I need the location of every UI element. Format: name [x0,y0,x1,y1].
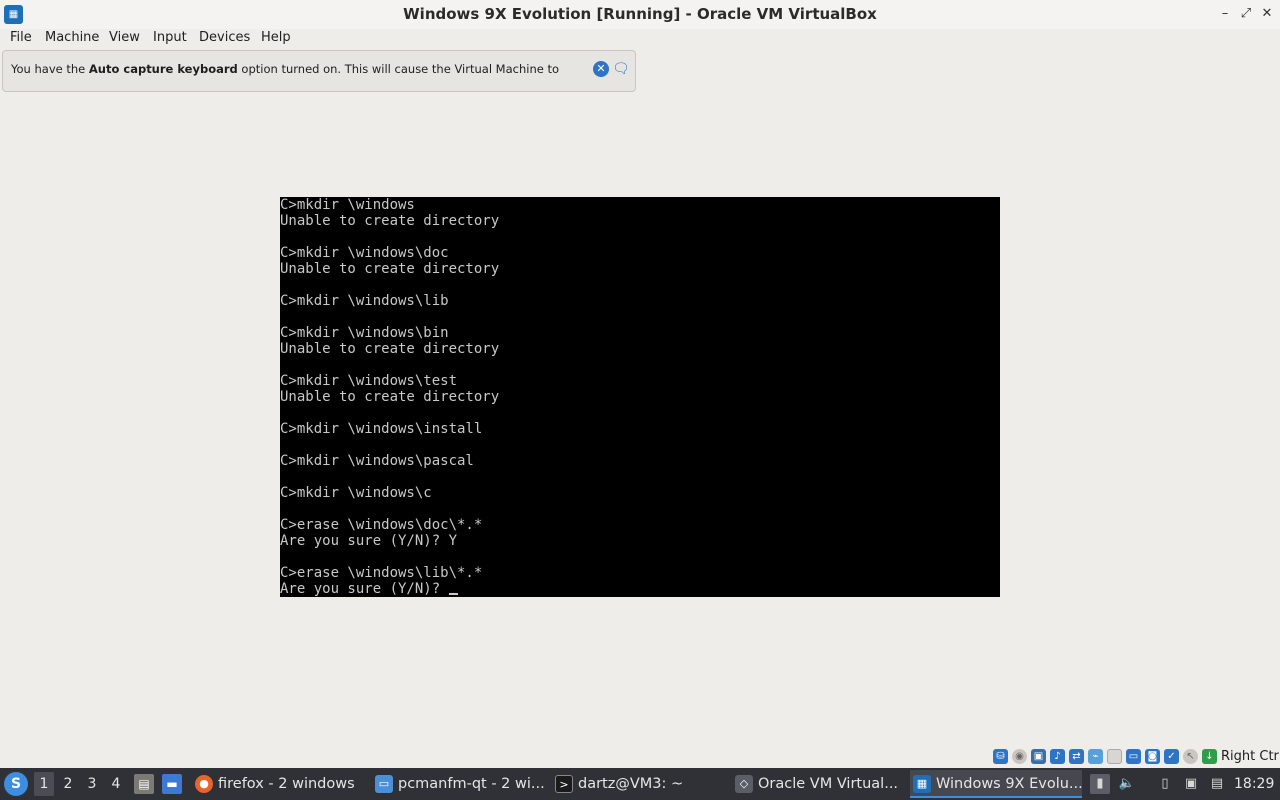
do-not-show-again-icon[interactable]: 🗨 [612,61,630,77]
auto-capture-notification: You have the Auto capture keyboard optio… [2,50,636,92]
console-line: C>mkdir \windows\lib [280,293,449,309]
task-pcmanfm[interactable]: ▭ pcmanfm-qt - 2 wi... [372,770,544,798]
close-notification-icon[interactable]: ✕ [593,61,609,77]
vm-status-bar: ⛁ ◉ ▣ ♪ ⇄ ⌁ ▭ ◙ ✓ ↖ ↓ Right Ctrl [990,748,1280,766]
volume-icon[interactable]: 🔈 [1117,774,1137,794]
console-line: C>erase \windows\lib\*.* [280,565,483,581]
task-label: pcmanfm-qt - 2 wi... [398,776,544,792]
desktop-1-button[interactable]: 1 [34,772,54,796]
console-line: C>mkdir \windows\c [280,485,432,501]
floppy-icon[interactable]: ▣ [1031,749,1046,764]
terminal-icon: > [555,775,573,793]
console-line: Are you sure (Y/N)? Y [280,533,458,549]
virtualbox-icon: ▦ [913,775,931,793]
vt-x-icon[interactable]: ✓ [1164,749,1179,764]
task-windows-9x-evolution[interactable]: ▦ Windows 9X Evolu... [910,770,1082,798]
close-button[interactable]: ✕ [1258,5,1276,23]
desktop-2-button[interactable]: 2 [58,772,78,796]
menu-view[interactable]: View [109,29,140,49]
task-terminal[interactable]: > dartz@VM3: ~ [552,770,724,798]
task-label: firefox - 2 windows [218,776,355,792]
task-firefox[interactable]: ● firefox - 2 windows [192,770,362,798]
optical-drive-icon[interactable]: ◉ [1012,749,1027,764]
recording-icon[interactable]: ◙ [1145,749,1160,764]
usb-icon[interactable]: ⌁ [1088,749,1103,764]
console-line: C>mkdir \windows\pascal [280,453,474,469]
menu-bar: File Machine View Input Devices Help [0,29,1280,49]
console-line: Unable to create directory [280,389,500,405]
menu-machine[interactable]: Machine [45,29,99,49]
console-line: Unable to create directory [280,261,500,277]
console-prompt-line: Are you sure (Y/N)? [280,581,458,597]
console-line: C>erase \windows\doc\*.* [280,517,483,533]
virtualbox-icon: ◇ [735,775,753,793]
console-line: C>mkdir \windows\test [280,373,458,389]
start-menu-button[interactable]: S [4,772,28,796]
clipboard-icon[interactable]: ▮ [1090,774,1110,794]
network-tray-icon[interactable]: ▣ [1181,774,1201,794]
console-line: Unable to create directory [280,341,500,357]
menu-help[interactable]: Help [261,29,291,49]
display-icon[interactable]: ▭ [1126,749,1141,764]
task-virtualbox-manager[interactable]: ◇ Oracle VM Virtual... [732,770,902,798]
mouse-integration-icon[interactable]: ↖ [1183,749,1198,764]
restore-button[interactable]: ⤢ [1237,5,1255,23]
network-icon[interactable]: ⇄ [1069,749,1084,764]
folder-icon: ▭ [375,775,393,793]
clock[interactable]: 18:29 [1234,768,1274,800]
desktop-3-button[interactable]: 3 [82,772,102,796]
minimize-button[interactable]: – [1216,5,1234,23]
desktop-4-button[interactable]: 4 [106,772,126,796]
show-desktop-icon[interactable]: ▬ [162,774,182,794]
task-label: Oracle VM Virtual... [758,776,899,792]
notification-text: You have the Auto capture keyboard optio… [11,62,560,76]
update-notifier-icon[interactable]: ▤ [1207,774,1227,794]
console-prompt: Are you sure (Y/N)? [280,581,449,597]
file-manager-launcher-icon[interactable]: ▤ [134,774,154,794]
host-key-icon[interactable]: ↓ [1202,749,1217,764]
shared-folders-icon[interactable] [1107,749,1122,764]
task-label: dartz@VM3: ~ [578,776,684,792]
hard-disk-icon[interactable]: ⛁ [993,749,1008,764]
taskbar: S 1 2 3 4 ▤ ▬ ● firefox - 2 windows ▭ pc… [0,768,1280,800]
window-title: Windows 9X Evolution [Running] - Oracle … [403,5,877,23]
console-line: Unable to create directory [280,213,500,229]
firefox-icon: ● [195,775,213,793]
console-line: C>mkdir \windows [280,197,415,213]
audio-icon[interactable]: ♪ [1050,749,1065,764]
title-bar[interactable]: ▦ Windows 9X Evolution [Running] - Oracl… [0,0,1280,30]
vm-display[interactable]: C>mkdir \windows Unable to create direct… [280,197,1000,597]
menu-input[interactable]: Input [153,29,187,49]
menu-file[interactable]: File [10,29,32,49]
host-key-label: Right Ctrl [1221,749,1280,764]
text-cursor [448,593,458,595]
task-label: Windows 9X Evolu... [936,776,1082,792]
console-line: C>mkdir \windows\bin [280,325,449,341]
menu-devices[interactable]: Devices [199,29,250,49]
console-line: C>mkdir \windows\doc [280,245,449,261]
console-line: C>mkdir \windows\install [280,421,483,437]
notes-icon[interactable]: ▯ [1155,774,1175,794]
